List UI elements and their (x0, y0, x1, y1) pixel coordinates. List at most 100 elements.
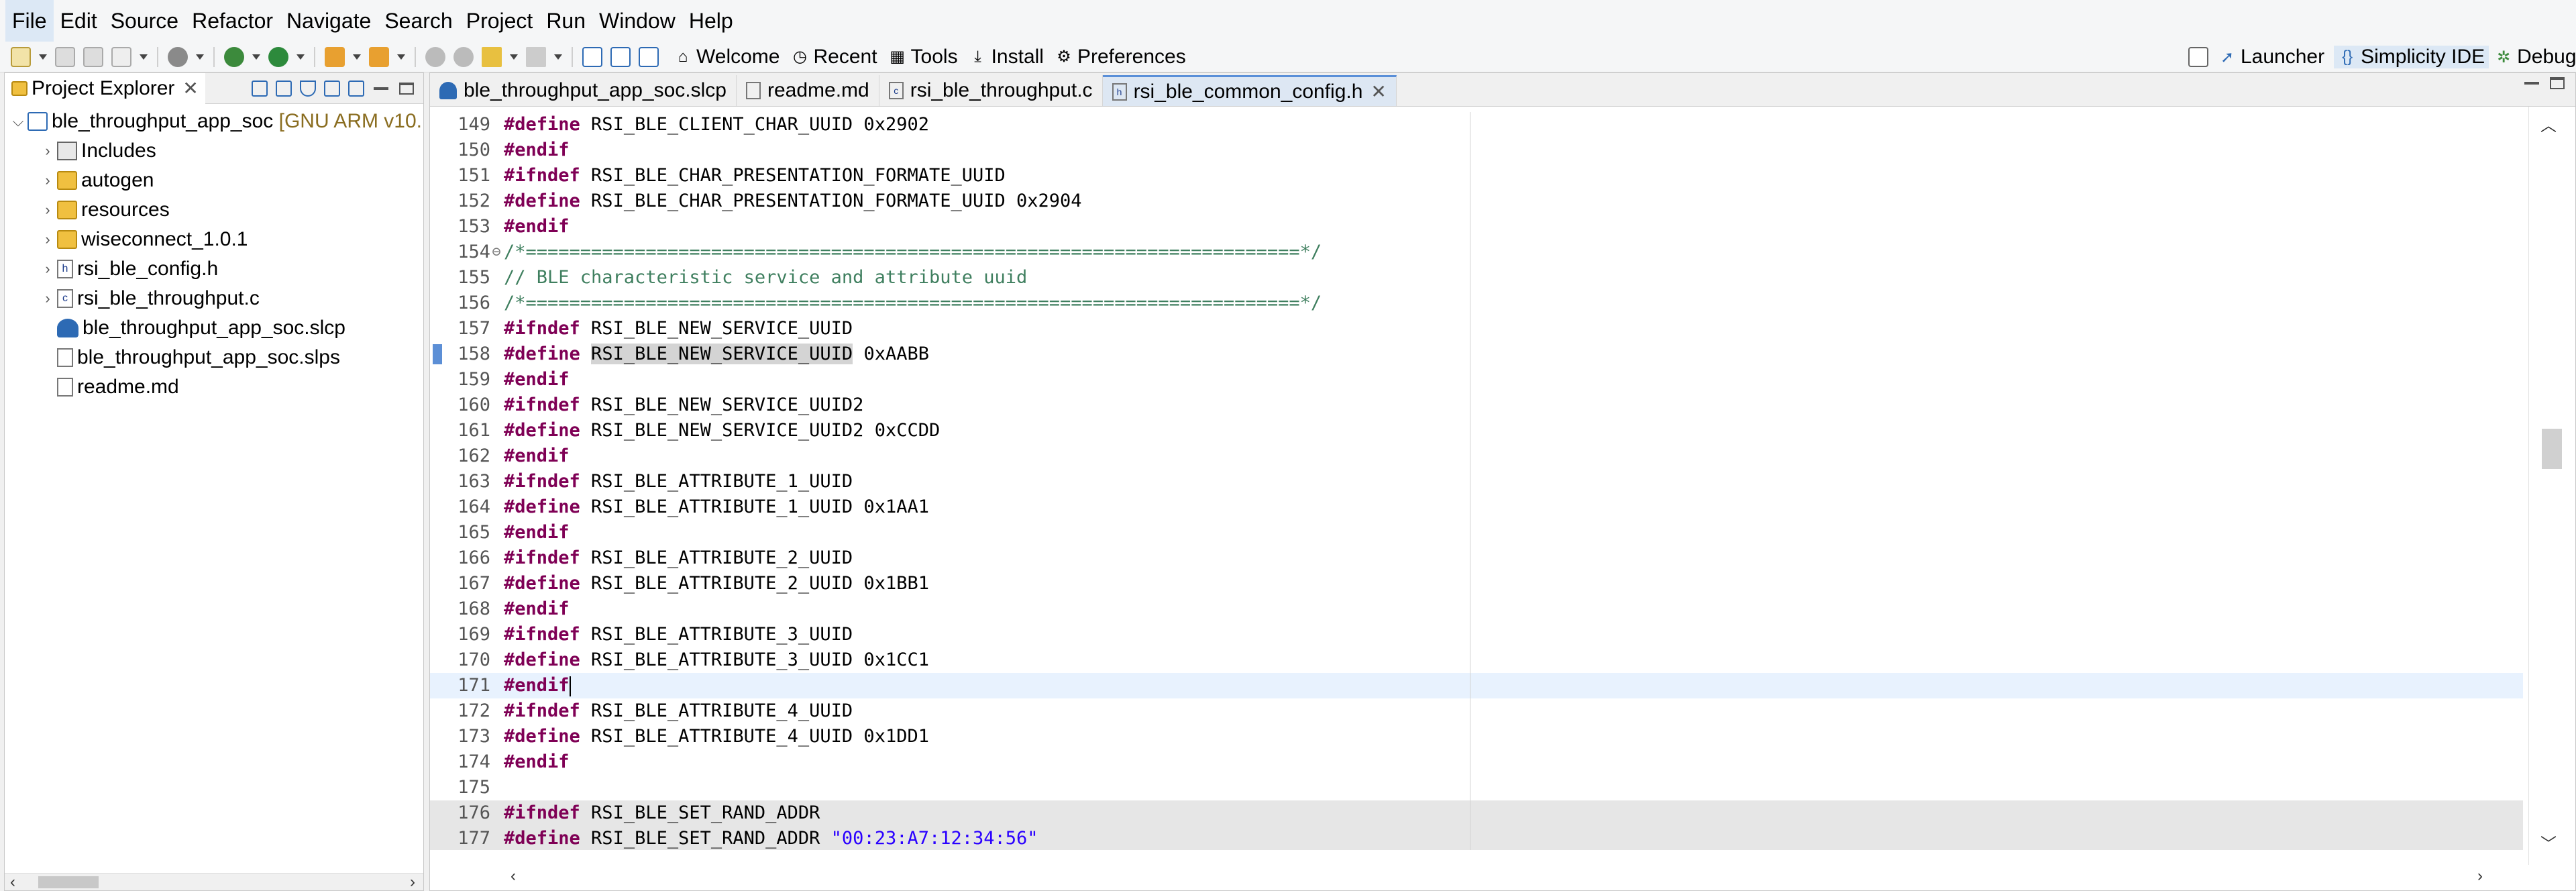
menu-file[interactable]: File (5, 0, 54, 42)
minimize-icon[interactable] (2524, 82, 2539, 85)
chevron-down-icon[interactable] (353, 54, 361, 60)
scroll-thumb[interactable] (38, 876, 99, 888)
tree-item-ble-throughput-app-soc-slps[interactable]: ble_throughput_app_soc.slps (5, 343, 423, 372)
chevron-down-icon[interactable] (140, 54, 148, 60)
chevron-down-icon[interactable]: ⌵ (9, 113, 28, 130)
menu-help[interactable]: Help (682, 0, 740, 42)
nav-back-icon[interactable] (482, 46, 502, 67)
tab-project-explorer[interactable]: Project Explorer ✕ (5, 72, 205, 104)
code-line[interactable]: 171 #endif (430, 673, 2523, 698)
chip-icon[interactable] (639, 46, 659, 67)
back-icon[interactable] (425, 46, 445, 67)
code-line[interactable]: 166 #ifndef RSI_BLE_ATTRIBUTE_2_UUID (430, 545, 2523, 571)
print-icon[interactable] (111, 46, 131, 67)
code-line[interactable]: 149 #define RSI_BLE_CLIENT_CHAR_UUID 0x29… (430, 112, 2523, 138)
chevron-down-icon[interactable] (510, 54, 518, 60)
editor-vertical-scrollbar[interactable]: ︿ ﹀ (2528, 107, 2575, 865)
code-line[interactable]: 158 #define RSI_BLE_NEW_SERVICE_UUID 0xAA… (430, 342, 2523, 367)
menu-project[interactable]: Project (460, 0, 540, 42)
view-menu-icon[interactable] (348, 81, 364, 97)
close-icon[interactable]: ✕ (182, 77, 198, 99)
recent-button[interactable]: ◷ Recent (790, 46, 877, 68)
scroll-left-icon[interactable]: ‹ (511, 868, 516, 885)
chevron-down-icon[interactable] (39, 54, 47, 60)
tree-item-readme-md[interactable]: readme.md (5, 372, 423, 402)
code-line[interactable]: 150 #endif (430, 138, 2523, 163)
code-line[interactable]: 174 #endif (430, 749, 2523, 775)
code-line[interactable]: 172 #ifndef RSI_BLE_ATTRIBUTE_4_UUID (430, 698, 2523, 724)
code-line[interactable]: 153 #endif (430, 214, 2523, 240)
chevron-down-icon[interactable]: ﹀ (2540, 831, 2557, 854)
code-line[interactable]: 177 #define RSI_BLE_SET_RAND_ADDR "00:23:… (430, 826, 2523, 850)
code-line[interactable]: 155 // BLE characteristic service and att… (430, 265, 2523, 291)
close-icon[interactable]: ✕ (1371, 81, 1386, 103)
minimize-icon[interactable] (374, 87, 388, 90)
explorer-horizontal-scrollbar[interactable]: ‹ › (5, 873, 423, 891)
tab-rsi-ble-common-config-h[interactable]: h rsi_ble_common_config.h ✕ (1102, 75, 1397, 106)
code-line[interactable]: 156 /*===================================… (430, 291, 2523, 316)
refresh-icon[interactable] (610, 46, 631, 67)
chevron-right-icon[interactable]: › (38, 201, 57, 219)
code-line[interactable]: 170 #define RSI_BLE_ATTRIBUTE_3_UUID 0x1C… (430, 647, 2523, 673)
link-editor-icon[interactable] (276, 81, 292, 97)
code-line[interactable]: 169 #ifndef RSI_BLE_ATTRIBUTE_3_UUID (430, 622, 2523, 647)
maximize-icon[interactable] (2550, 77, 2565, 89)
code-line[interactable]: 165 #endif (430, 520, 2523, 545)
chevron-down-icon[interactable] (554, 54, 562, 60)
save-all-icon[interactable] (83, 46, 103, 67)
install-button[interactable]: ⤓ Install (969, 46, 1044, 68)
open-perspective-icon[interactable] (2188, 47, 2208, 67)
tree-item-rsi-ble-config-h[interactable]: › h rsi_ble_config.h (5, 254, 423, 284)
chevron-right-icon[interactable]: › (38, 290, 57, 307)
tree-item-includes[interactable]: › Includes (5, 136, 423, 166)
new-folder-icon[interactable] (324, 81, 340, 97)
code-line[interactable]: 160 #ifndef RSI_BLE_NEW_SERVICE_UUID2 (430, 392, 2523, 418)
chevron-right-icon[interactable]: › (38, 231, 57, 248)
tools-button[interactable]: ▦ Tools (888, 46, 957, 68)
menu-navigate[interactable]: Navigate (280, 0, 378, 42)
tree-project-root[interactable]: ⌵ ble_throughput_app_soc [GNU ARM v10. (5, 107, 423, 136)
scroll-thumb[interactable] (2542, 429, 2562, 469)
code-line[interactable]: 152 #define RSI_BLE_CHAR_PRESENTATION_FOR… (430, 189, 2523, 214)
scroll-right-icon[interactable]: › (410, 874, 415, 891)
new-icon[interactable] (11, 46, 31, 67)
code-line[interactable]: 164 #define RSI_BLE_ATTRIBUTE_1_UUID 0x1A… (430, 494, 2523, 520)
fold-toggle-icon[interactable]: ⊖ (490, 240, 502, 265)
code-line[interactable]: 161 #define RSI_BLE_NEW_SERVICE_UUID2 0xC… (430, 418, 2523, 443)
menu-window[interactable]: Window (592, 0, 682, 42)
perspective-simplicity-ide[interactable]: {} Simplicity IDE (2334, 46, 2489, 68)
perspective-launcher[interactable]: ➚ Launcher (2218, 46, 2324, 68)
maximize-icon[interactable] (399, 83, 414, 95)
collapse-all-icon[interactable] (252, 81, 268, 97)
code-line[interactable]: 157 #ifndef RSI_BLE_NEW_SERVICE_UUID (430, 316, 2523, 342)
scroll-left-icon[interactable]: ‹ (10, 874, 15, 891)
editor-horizontal-scrollbar[interactable]: ‹ › (497, 863, 2523, 890)
flash-icon[interactable] (325, 46, 345, 67)
build-icon[interactable] (168, 46, 188, 67)
chevron-up-icon[interactable]: ︿ (2540, 112, 2557, 136)
code-line[interactable]: 151 #ifndef RSI_BLE_CHAR_PRESENTATION_FOR… (430, 163, 2523, 189)
code-line[interactable]: 163 #ifndef RSI_BLE_ATTRIBUTE_1_UUID (430, 469, 2523, 494)
run-icon[interactable] (268, 46, 288, 67)
menu-refactor[interactable]: Refactor (185, 0, 280, 42)
menu-source[interactable]: Source (104, 0, 185, 42)
chevron-right-icon[interactable]: › (38, 142, 57, 160)
chevron-down-icon[interactable] (397, 54, 405, 60)
menu-search[interactable]: Search (378, 0, 459, 42)
open-perspective-icon[interactable] (582, 46, 602, 67)
tree-item-rsi-ble-throughput-c[interactable]: › c rsi_ble_throughput.c (5, 284, 423, 313)
welcome-button[interactable]: ⌂ Welcome (674, 46, 780, 68)
tab-rsi-ble-throughput-c[interactable]: c rsi_ble_throughput.c (879, 75, 1103, 106)
debug-icon[interactable] (224, 46, 244, 67)
tree-item-autogen[interactable]: › autogen (5, 166, 423, 195)
code-line[interactable]: 168 #endif (430, 596, 2523, 622)
chevron-down-icon[interactable] (297, 54, 305, 60)
preferences-button[interactable]: ⚙ Preferences (1055, 46, 1186, 68)
code-line[interactable]: 162 #endif (430, 443, 2523, 469)
chevron-right-icon[interactable]: › (38, 172, 57, 189)
tree-item-resources[interactable]: › resources (5, 195, 423, 225)
perspective-debug[interactable]: ✲ Debug (2494, 46, 2576, 68)
code-line[interactable]: 154 ⊖/*==================================… (430, 240, 2523, 265)
scroll-right-icon[interactable]: › (2477, 868, 2483, 885)
tree-item-ble-throughput-app-soc-slcp[interactable]: ble_throughput_app_soc.slcp (5, 313, 423, 343)
